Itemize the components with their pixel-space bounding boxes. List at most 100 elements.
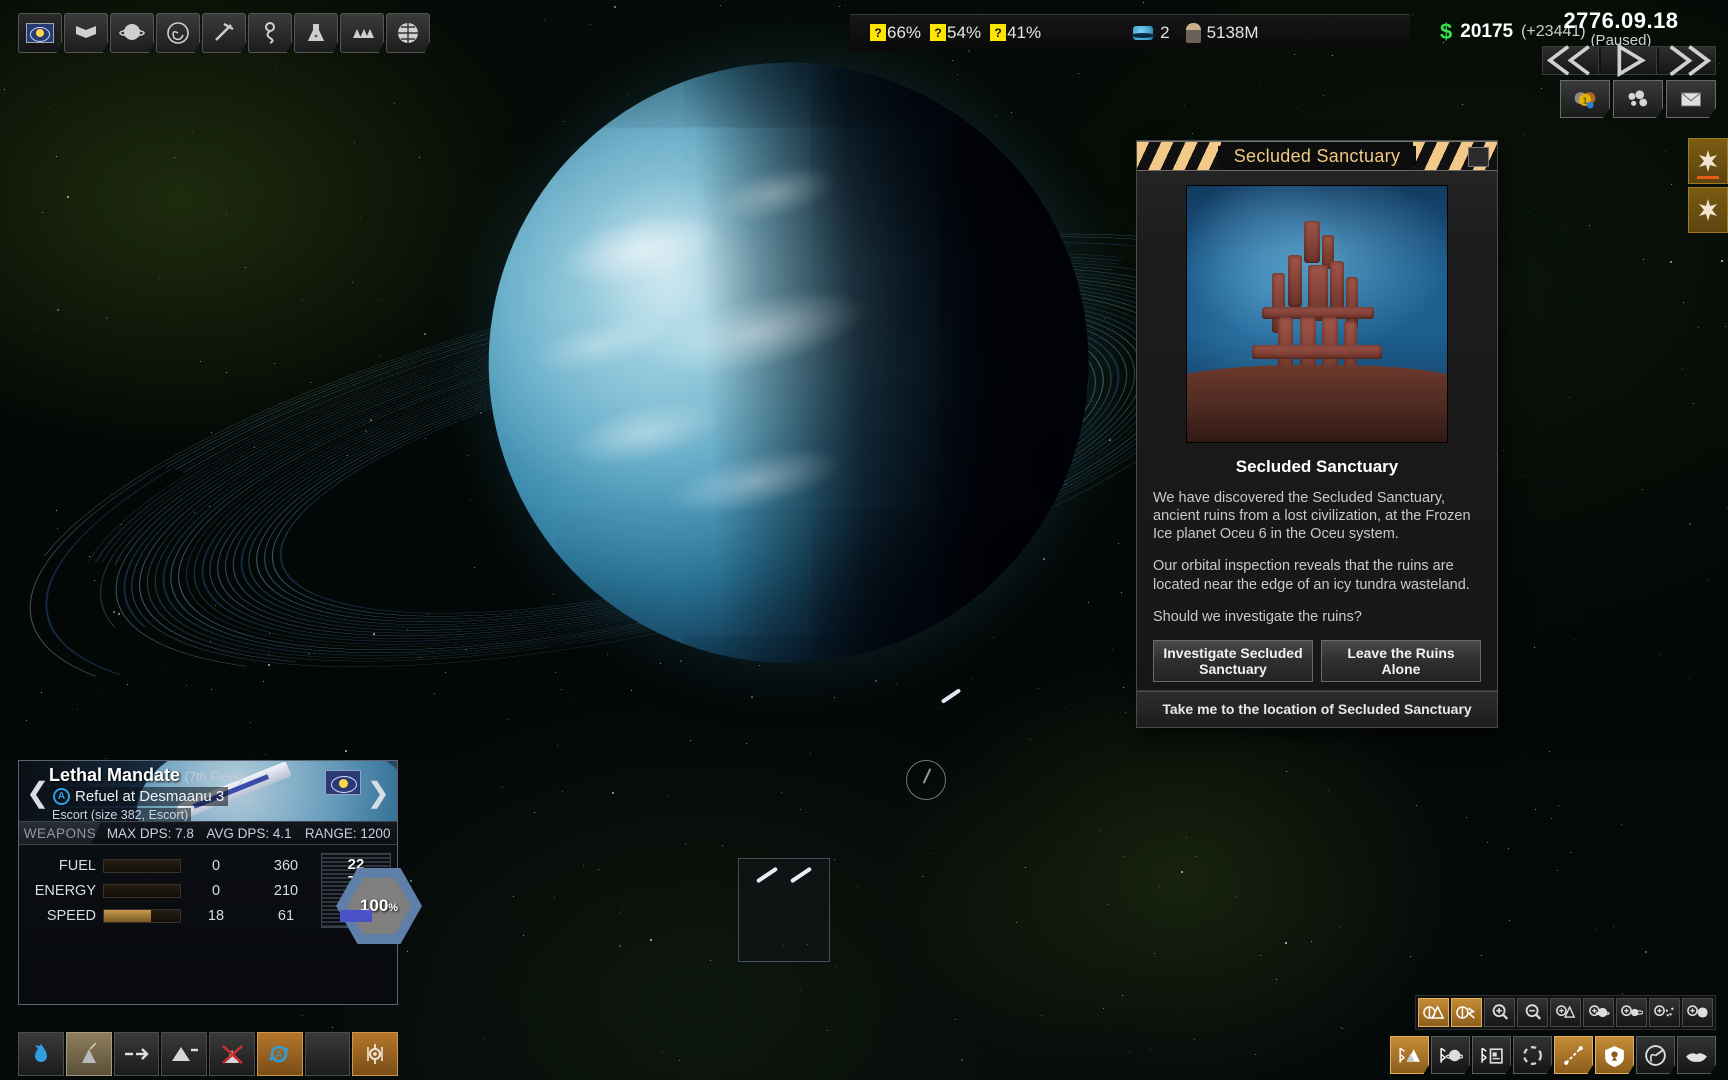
- scanner-icon: [1643, 1044, 1668, 1067]
- planet-tooltip[interactable]: Desmaanu 3: [738, 858, 830, 962]
- filter-diplomacy[interactable]: [1677, 1036, 1716, 1074]
- filter-scanner[interactable]: [1636, 1036, 1675, 1074]
- zoom-to-galaxy[interactable]: [1682, 998, 1713, 1027]
- ship-weapons-row: WEAPONS MAX DPS: 7.8 AVG DPS: 4.1 RANGE:…: [19, 821, 397, 845]
- ship-order-text: Refuel at Desmaanu 3: [75, 788, 224, 805]
- mining-tab[interactable]: [202, 13, 246, 53]
- event-report-tab-2[interactable]: [1688, 187, 1728, 233]
- weapons-label: WEAPONS: [19, 822, 101, 844]
- zoom-in-icon: [1489, 1003, 1511, 1022]
- refuel-button[interactable]: [18, 1032, 64, 1076]
- route-line-icon: [1561, 1044, 1586, 1067]
- svg-text:A: A: [275, 1050, 282, 1061]
- attack-move-button[interactable]: [66, 1032, 112, 1076]
- zoom-to-planet[interactable]: [1583, 998, 1614, 1027]
- auto-refresh-icon: A: [265, 1041, 295, 1067]
- filter-planets[interactable]: [1431, 1036, 1470, 1074]
- approval-2: 54%: [947, 23, 981, 43]
- blank-icon: [312, 1041, 342, 1067]
- construction-tab[interactable]: [248, 13, 292, 53]
- cancel-order-button[interactable]: [209, 1032, 255, 1076]
- troops-tab[interactable]: [340, 13, 384, 53]
- stat-name: FUEL: [25, 858, 103, 874]
- map-zoom-toolbar: [1415, 995, 1716, 1030]
- svg-text:1: 1: [1583, 95, 1588, 105]
- zoom-system-icon: [1621, 1003, 1643, 1022]
- rewind-icon: [1543, 42, 1598, 79]
- stat-bar: [103, 884, 181, 898]
- leave-ruins-button[interactable]: Leave the Ruins Alone: [1321, 640, 1481, 682]
- no-attack-icon: [217, 1041, 247, 1067]
- zoom-out-icon: [1522, 1003, 1544, 1022]
- stat-current: 18: [181, 908, 251, 924]
- settings-target-button[interactable]: [352, 1032, 398, 1076]
- approval-3: 41%: [1007, 23, 1041, 43]
- ship-class: Escort (size 382, Escort): [49, 808, 191, 821]
- ship-stat-row: SPEED1861: [25, 903, 321, 928]
- gauge-unit: %: [388, 902, 398, 914]
- map-filter-toolbar: [1390, 1036, 1716, 1074]
- planets-tab[interactable]: [110, 13, 154, 53]
- approval-1: 66%: [887, 23, 921, 43]
- filter-range[interactable]: [1513, 1036, 1552, 1074]
- base-filter-icon: [1479, 1044, 1504, 1067]
- messages-button[interactable]: [1666, 80, 1716, 118]
- toggle-combat-icons[interactable]: [1451, 998, 1482, 1027]
- play-button[interactable]: [1601, 47, 1657, 74]
- zoom-in-button[interactable]: [1484, 998, 1515, 1027]
- notifications-icon: 1: [1572, 88, 1598, 110]
- diplomacy-tab[interactable]: [64, 13, 108, 53]
- research-tab[interactable]: [294, 13, 338, 53]
- hazard-stripe-left: [1137, 142, 1221, 170]
- map-grid-tab[interactable]: [386, 13, 430, 53]
- event-question: Should we investigate the ruins?: [1153, 608, 1481, 626]
- event-panel: Secluded Sanctuary: [1136, 140, 1498, 728]
- max-dps: MAX DPS: 7.8: [101, 826, 200, 841]
- filter-empires[interactable]: [1390, 1036, 1429, 1074]
- ship-shields-gauge: 22 72 100%: [321, 853, 391, 928]
- range-circle-icon: [1520, 1044, 1545, 1067]
- event-report-tab-1[interactable]: [1688, 138, 1728, 184]
- ship-owner-flag-icon: [325, 770, 361, 795]
- galaxy-tab[interactable]: [156, 13, 200, 53]
- empty-slot[interactable]: [305, 1032, 351, 1076]
- event-report-icon: [1695, 148, 1721, 174]
- avg-dps: AVG DPS: 4.1: [200, 826, 299, 841]
- population-count: 5138M: [1207, 23, 1259, 43]
- rewind-button[interactable]: [1543, 47, 1599, 74]
- close-icon[interactable]: [1468, 147, 1489, 167]
- crossed-flags-icon: [73, 20, 99, 46]
- unknown-icon: ?: [870, 24, 886, 41]
- zoom-to-sector[interactable]: [1649, 998, 1680, 1027]
- filter-bases[interactable]: [1472, 1036, 1511, 1074]
- locate-button[interactable]: Take me to the location of Secluded Sanc…: [1137, 691, 1497, 727]
- move-to-button[interactable]: [114, 1032, 160, 1076]
- empire-policy-button[interactable]: [1613, 80, 1663, 118]
- combat-warning-icon: [1456, 1003, 1478, 1022]
- toggle-ship-icons[interactable]: [1418, 998, 1449, 1027]
- secluded-sanctuary-ruins-art: [1186, 185, 1448, 443]
- prev-ship-button[interactable]: ❮: [26, 779, 49, 807]
- ship-header: ❮ ❯ Lethal Mandate (7th Fleet) A Refuel …: [19, 761, 397, 821]
- fast-forward-button[interactable]: [1659, 47, 1715, 74]
- filter-routes[interactable]: [1554, 1036, 1593, 1074]
- automate-button[interactable]: A: [257, 1032, 303, 1076]
- deselect-button[interactable]: [161, 1032, 207, 1076]
- investigate-button[interactable]: Investigate Secluded Sanctuary: [1153, 640, 1313, 682]
- zoom-to-system[interactable]: [1616, 998, 1647, 1027]
- stat-name: SPEED: [25, 908, 103, 924]
- next-ship-button[interactable]: ❯: [367, 779, 390, 807]
- ship-order-group[interactable]: A Refuel at Desmaanu 3: [49, 787, 228, 806]
- notifications-button[interactable]: 1: [1560, 80, 1610, 118]
- planet-icon: [119, 20, 145, 46]
- auto-order-icon: A: [53, 788, 70, 805]
- empire-tab[interactable]: [18, 13, 62, 53]
- weapon-range: RANGE: 1200: [298, 826, 397, 841]
- zoom-to-fleet[interactable]: [1550, 998, 1581, 1027]
- grid-globe-icon: [395, 20, 421, 46]
- selected-ship-panel: ❮ ❯ Lethal Mandate (7th Fleet) A Refuel …: [18, 760, 398, 1005]
- zoom-out-button[interactable]: [1517, 998, 1548, 1027]
- ruins-ground: [1186, 365, 1448, 442]
- filter-territory[interactable]: [1595, 1036, 1634, 1074]
- ship-stat-row: FUEL0360: [25, 853, 321, 878]
